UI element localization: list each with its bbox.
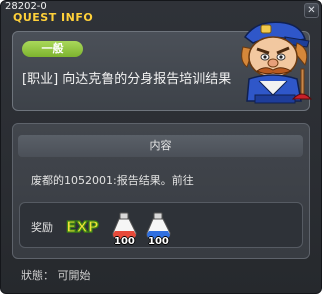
blue-potion-quantity: 100 (148, 236, 169, 247)
close-icon: ✕ (307, 5, 316, 16)
quest-status: 狀態： 可開始 (21, 269, 91, 282)
blue-potion-reward[interactable]: 100 (144, 211, 176, 247)
quest-title: [职业] 向达克鲁的分身报告培训结果 (22, 72, 232, 87)
close-button[interactable]: ✕ (304, 3, 319, 18)
category-badge: 一般 (22, 41, 83, 57)
quest-description: 废都的1052001:报告结果。前往 (31, 174, 194, 187)
content-header: 内容 (18, 135, 303, 157)
red-potion-reward[interactable]: 100 (110, 211, 142, 247)
window-title: QUEST INFO (13, 11, 94, 24)
quest-info-window: 28202-0 QUEST INFO ✕ 一般 [职业] 向达克鲁的分身报告培训… (0, 0, 322, 294)
npc-portrait (241, 21, 313, 104)
reward-box: 奖励 EXP 100 100 (19, 202, 303, 248)
svg-text:EXP: EXP (66, 218, 99, 235)
content-panel: 内容 废都的1052001:报告结果。前往 奖励 EXP 100 100 (12, 123, 310, 259)
exp-icon: EXP (65, 217, 99, 235)
reward-label: 奖励 (31, 221, 53, 234)
red-potion-quantity: 100 (114, 236, 135, 247)
